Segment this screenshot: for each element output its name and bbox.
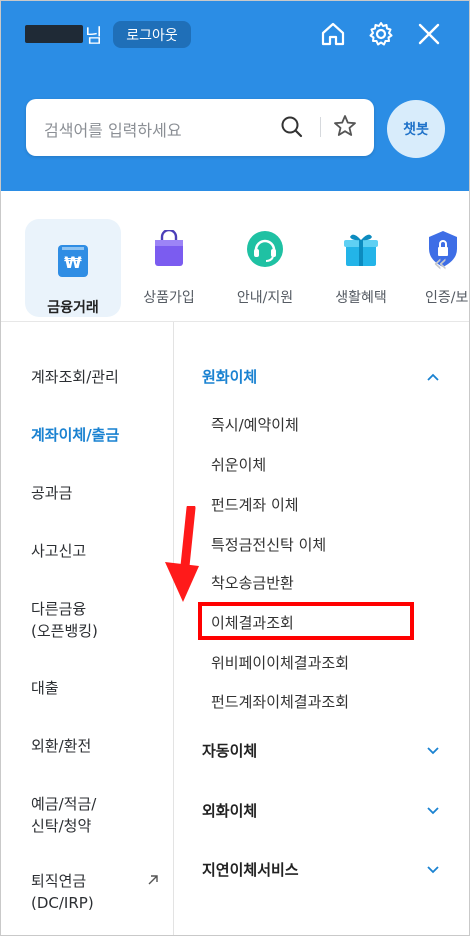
section-delayed-transfer[interactable]: 지연이체서비스	[202, 859, 299, 880]
section-won-transfer[interactable]: 원화이체	[202, 366, 257, 387]
category-benefits[interactable]: 생활혜택	[331, 219, 391, 307]
logout-button[interactable]: 로그아웃	[113, 21, 191, 48]
search-divider	[320, 117, 321, 137]
left-item-open-banking[interactable]: 다른금융 (오픈뱅킹)	[31, 598, 98, 642]
header: 님 로그아웃 검색어를 입력하세요 챗봇	[1, 1, 469, 191]
left-item-exchange[interactable]: 외환/환전	[31, 735, 91, 757]
left-item-incident-report[interactable]: 사고신고	[31, 540, 86, 562]
search-icon[interactable]	[280, 115, 304, 143]
left-item-loans[interactable]: 대출	[31, 677, 59, 699]
chevron-up-icon[interactable]	[426, 370, 440, 384]
sub-item-wibipay-result[interactable]: 위비페이이체결과조회	[211, 652, 349, 673]
scroll-left-icon[interactable]: «	[433, 249, 448, 277]
sub-item-trust-transfer[interactable]: 특정금전신탁 이체	[211, 534, 326, 555]
category-label: 생활혜택	[335, 290, 387, 306]
chevron-down-icon[interactable]	[426, 863, 440, 877]
category-label: 인증/보	[425, 290, 469, 306]
svg-text:₩: ₩	[64, 253, 82, 272]
category-label: 안내/지원	[236, 290, 294, 306]
chatbot-button[interactable]: 챗봇	[387, 100, 445, 158]
chevron-down-icon[interactable]	[426, 744, 440, 758]
gift-icon	[331, 219, 391, 279]
user-suffix: 님	[85, 25, 103, 47]
left-item-deposits[interactable]: 예금/적금/ 신탁/청약	[31, 793, 96, 837]
sub-item-mistaken-return[interactable]: 착오송금반환	[211, 572, 294, 593]
sub-item-easy-transfer[interactable]: 쉬운이체	[211, 454, 266, 475]
red-arrow-annotation-icon	[165, 506, 199, 602]
left-item-transfer[interactable]: 계좌이체/출금	[31, 424, 119, 446]
chevron-down-icon[interactable]	[426, 804, 440, 818]
star-icon[interactable]	[332, 113, 358, 143]
search-bar[interactable]: 검색어를 입력하세요	[26, 99, 374, 156]
wallet-won-icon: ₩	[43, 231, 103, 291]
sub-item-instant-transfer[interactable]: 즉시/예약이체	[211, 414, 299, 435]
category-row: ₩ 금융거래 상품가입 안내/지원 생활혜택 인증/보 «	[1, 191, 469, 321]
sub-item-fund-result[interactable]: 펀드계좌이체결과조회	[211, 691, 349, 712]
highlight-annotation-box	[198, 602, 414, 640]
category-label: 금융거래	[47, 300, 99, 316]
home-icon[interactable]	[319, 20, 347, 48]
category-label: 상품가입	[143, 290, 195, 306]
close-icon[interactable]	[415, 20, 443, 48]
left-item-utilities[interactable]: 공과금	[31, 482, 72, 504]
app-frame: 님 로그아웃 검색어를 입력하세요 챗봇 ₩ 금융거래 상품가입 안내/지원 생…	[0, 0, 470, 936]
headset-icon	[235, 219, 295, 279]
settings-gear-icon[interactable]	[367, 20, 395, 48]
right-menu: 원화이체 즉시/예약이체 쉬운이체 펀드계좌 이체 특정금전신탁 이체 착오송금…	[174, 322, 469, 935]
left-item-account-inquiry[interactable]: 계좌조회/관리	[31, 366, 119, 388]
user-name-redacted	[25, 25, 83, 43]
external-link-icon	[147, 874, 159, 890]
sub-item-fund-transfer[interactable]: 펀드계좌 이체	[211, 494, 299, 515]
section-fx-transfer[interactable]: 외화이체	[202, 800, 257, 821]
section-auto-transfer[interactable]: 자동이체	[202, 740, 257, 761]
category-finance[interactable]: ₩ 금융거래	[25, 219, 121, 317]
category-products[interactable]: 상품가입	[139, 219, 199, 307]
search-input[interactable]: 검색어를 입력하세요	[44, 117, 182, 141]
left-menu: 계좌조회/관리 계좌이체/출금 공과금 사고신고 다른금융 (오픈뱅킹) 대출 …	[1, 322, 174, 935]
shopping-bag-icon	[139, 219, 199, 279]
left-item-pension[interactable]: 퇴직연금 (DC/IRP)	[31, 870, 94, 914]
category-support[interactable]: 안내/지원	[235, 219, 295, 307]
